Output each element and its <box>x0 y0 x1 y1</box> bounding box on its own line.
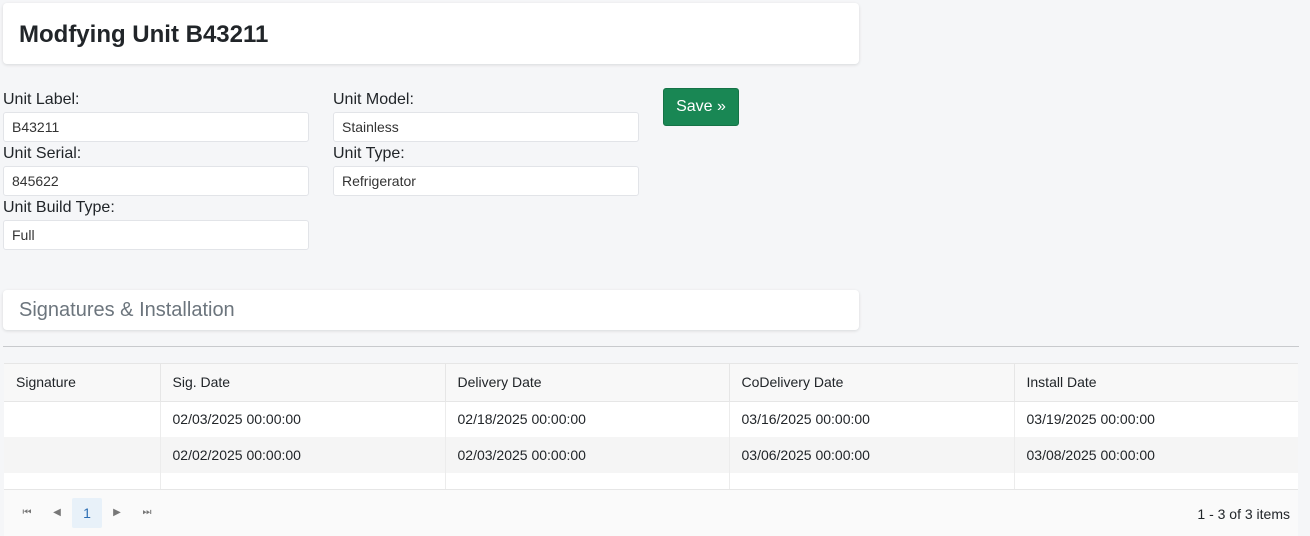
cell-install-date: 03/08/2025 00:00:00 <box>1026 447 1155 463</box>
column-header-signature[interactable]: Signature <box>4 364 161 402</box>
unit-build-type-input[interactable] <box>3 220 309 250</box>
cell-signature <box>4 401 161 437</box>
page-number-1[interactable]: 1 <box>72 498 102 528</box>
section-card: Signatures & Installation <box>3 290 859 330</box>
divider <box>3 346 1299 347</box>
column-header-codelivery-date[interactable]: CoDelivery Date <box>729 364 1015 402</box>
table-row[interactable]: 02/02/2025 00:00:00 02/03/2025 00:00:00 … <box>4 437 1298 473</box>
cell-codelivery-date: 03/16/2025 00:00:00 <box>729 401 1015 437</box>
column-header-install-date[interactable]: Install Date <box>1014 364 1298 402</box>
last-page-icon[interactable]: ⏭ <box>132 498 162 528</box>
table-row[interactable]: 02/03/2025 00:00:00 02/18/2025 00:00:00 … <box>4 401 1298 437</box>
unit-type-label: Unit Type: <box>333 145 405 162</box>
save-button[interactable]: Save » <box>663 88 739 126</box>
prev-page-icon[interactable]: ◀ <box>42 498 72 528</box>
page-title: Modfying Unit B43211 <box>19 21 269 48</box>
cell-empty <box>4 473 161 489</box>
cell-empty <box>445 473 730 489</box>
cell-codelivery-date: 03/06/2025 00:00:00 <box>729 437 1015 473</box>
title-card: Modfying Unit B43211 <box>3 3 859 64</box>
table-row <box>4 473 1298 489</box>
cell-empty <box>729 473 1015 489</box>
column-header-delivery-date[interactable]: Delivery Date <box>445 364 730 402</box>
signatures-grid: Signature Sig. Date Delivery Date CoDeli… <box>4 363 1298 536</box>
cell-signature <box>4 437 161 473</box>
cell-sig-date: 02/02/2025 00:00:00 <box>160 437 446 473</box>
unit-label-label: Unit Label: <box>3 91 80 108</box>
cell-sig-date: 02/03/2025 00:00:00 <box>160 401 446 437</box>
unit-type-input[interactable] <box>333 166 639 196</box>
cell-empty <box>160 473 446 489</box>
unit-model-label: Unit Model: <box>333 91 414 108</box>
table-header-row: Signature Sig. Date Delivery Date CoDeli… <box>4 364 1298 402</box>
pager: ⏮ ◀ 1 ▶ ⏭ 1 - 3 of 3 items <box>4 489 1298 536</box>
section-title: Signatures & Installation <box>19 299 235 321</box>
cell-delivery-date: 02/03/2025 00:00:00 <box>445 437 730 473</box>
unit-build-type-label: Unit Build Type: <box>3 199 115 216</box>
unit-label-input[interactable] <box>3 112 309 142</box>
first-page-icon[interactable]: ⏮ <box>12 498 42 528</box>
pager-info: 1 - 3 of 3 items <box>1197 506 1290 522</box>
unit-serial-label: Unit Serial: <box>3 145 82 162</box>
cell-delivery-date: 02/18/2025 00:00:00 <box>445 401 730 437</box>
unit-model-input[interactable] <box>333 112 639 142</box>
cell-install-date: 03/19/2025 00:00:00 <box>1026 411 1155 428</box>
next-page-icon[interactable]: ▶ <box>102 498 132 528</box>
column-header-sig-date[interactable]: Sig. Date <box>160 364 446 402</box>
cell-empty <box>1014 473 1298 489</box>
signatures-table: Signature Sig. Date Delivery Date CoDeli… <box>4 364 1298 489</box>
unit-serial-input[interactable] <box>3 166 309 196</box>
